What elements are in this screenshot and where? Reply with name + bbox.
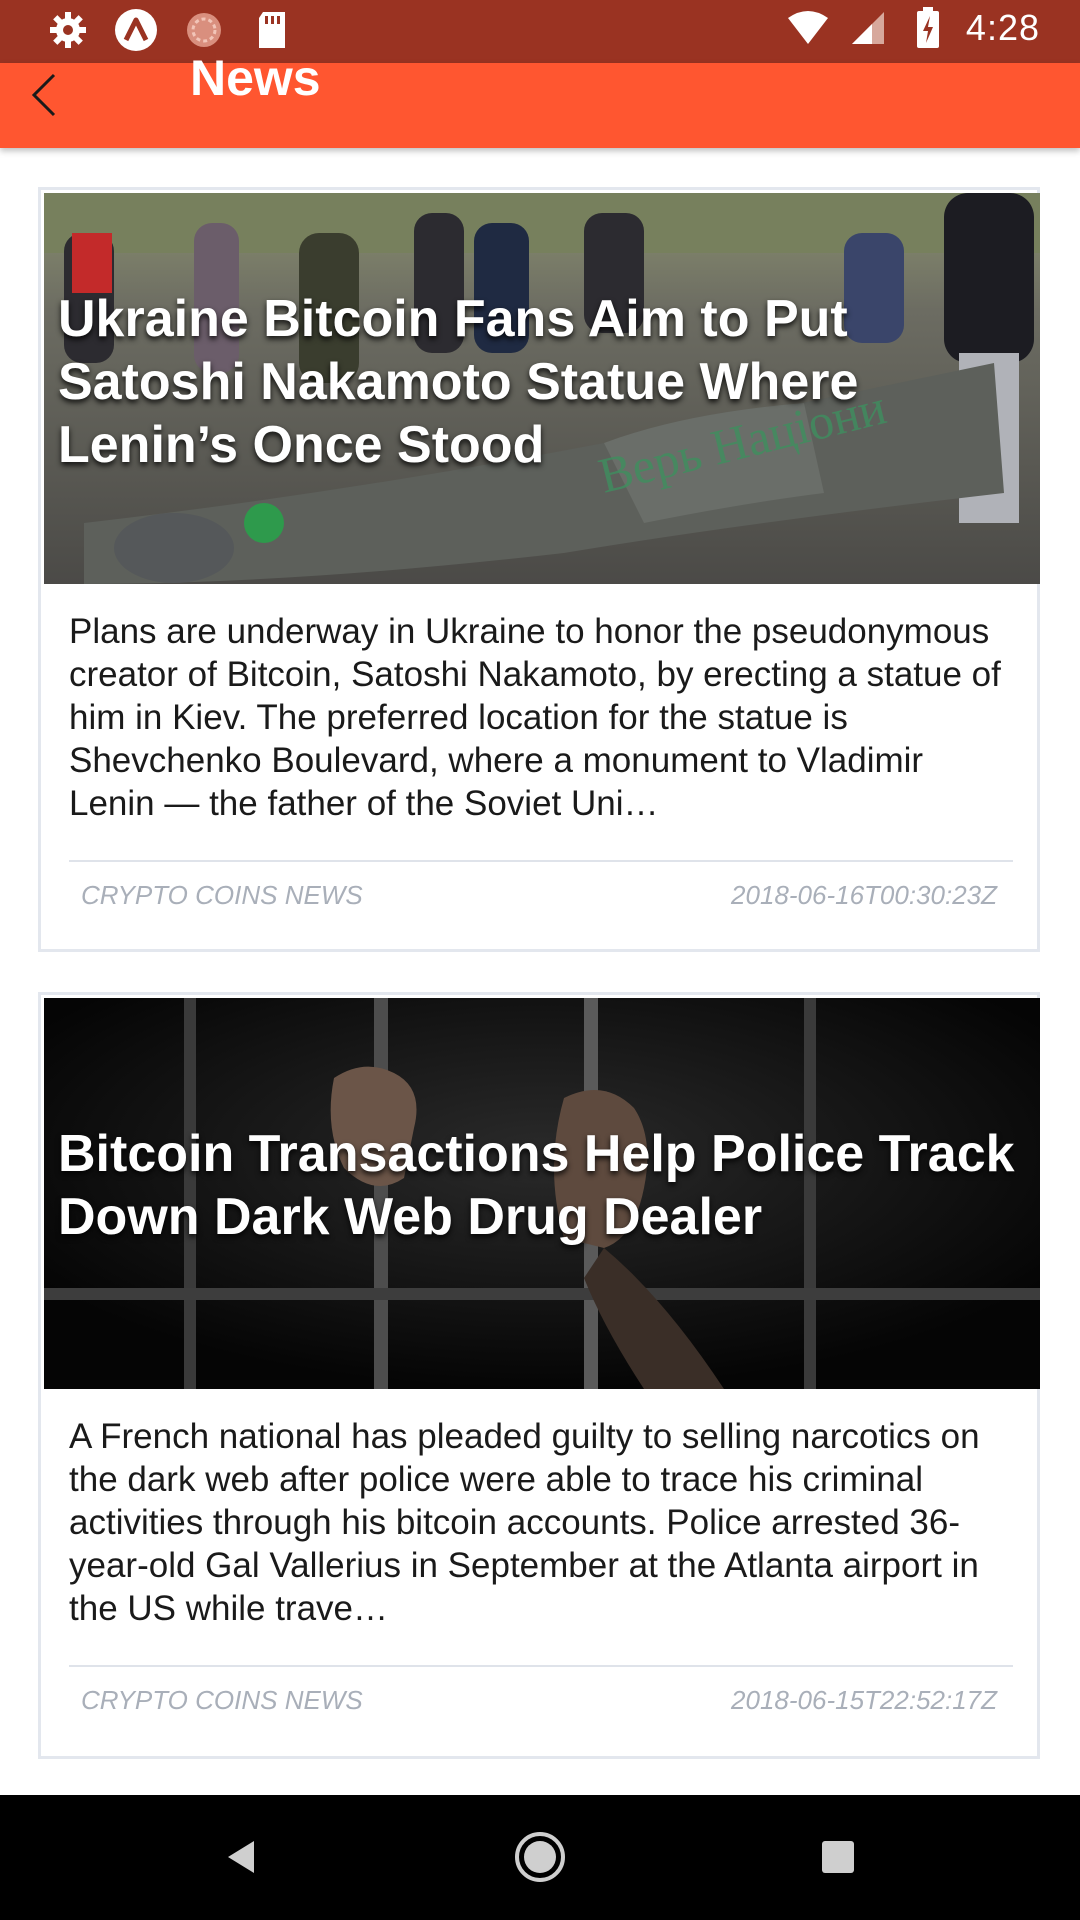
navigation-bar: [0, 1795, 1080, 1920]
recents-square-icon: [822, 1841, 854, 1873]
chevron-left-icon: [31, 73, 56, 117]
nav-recents-button[interactable]: [806, 1825, 870, 1889]
article-title: Ukraine Bitcoin Fans Aim to Put Satoshi …: [58, 290, 859, 474]
divider: [69, 860, 1013, 862]
news-card[interactable]: Верь Нацiони Ukraine Bitcoin Fans Aim to…: [38, 187, 1040, 952]
article-title: Bitcoin Transactions Help Police Track D…: [58, 1125, 1015, 1246]
news-card[interactable]: Bitcoin Transactions Help Police Track D…: [38, 992, 1040, 1759]
home-circle-icon: [515, 1832, 565, 1882]
sync-icon: [182, 8, 226, 52]
back-button[interactable]: [20, 49, 80, 129]
article-date: 2018-06-16T00:30:23Z: [731, 880, 997, 910]
article-description: A French national has pleaded guilty to …: [69, 1417, 980, 1628]
back-triangle-icon: [228, 1841, 254, 1873]
a-circle-icon: [114, 8, 158, 52]
status-bar: 4:28: [0, 0, 1080, 63]
article-source: CRYPTO COINS NEWS: [81, 880, 363, 910]
nav-back-button[interactable]: [210, 1825, 274, 1889]
nav-home-button[interactable]: [508, 1825, 572, 1889]
article-image: Bitcoin Transactions Help Police Track D…: [44, 998, 1040, 1389]
app-bar: News: [0, 50, 1080, 148]
wifi-icon: [786, 6, 830, 50]
battery-icon: [906, 6, 950, 50]
page-title: News: [190, 50, 321, 106]
article-description: Plans are underway in Ukraine to honor t…: [69, 612, 1001, 823]
clock: 4:28: [965, 7, 1040, 48]
sd-card-icon: [250, 8, 294, 52]
article-image: Верь Нацiони Ukraine Bitcoin Fans Aim to…: [44, 193, 1040, 584]
gear-icon: [46, 8, 90, 52]
divider: [69, 1665, 1013, 1667]
signal-icon: [846, 6, 890, 50]
article-date: 2018-06-15T22:52:17Z: [731, 1685, 997, 1715]
article-source: CRYPTO COINS NEWS: [81, 1685, 363, 1715]
